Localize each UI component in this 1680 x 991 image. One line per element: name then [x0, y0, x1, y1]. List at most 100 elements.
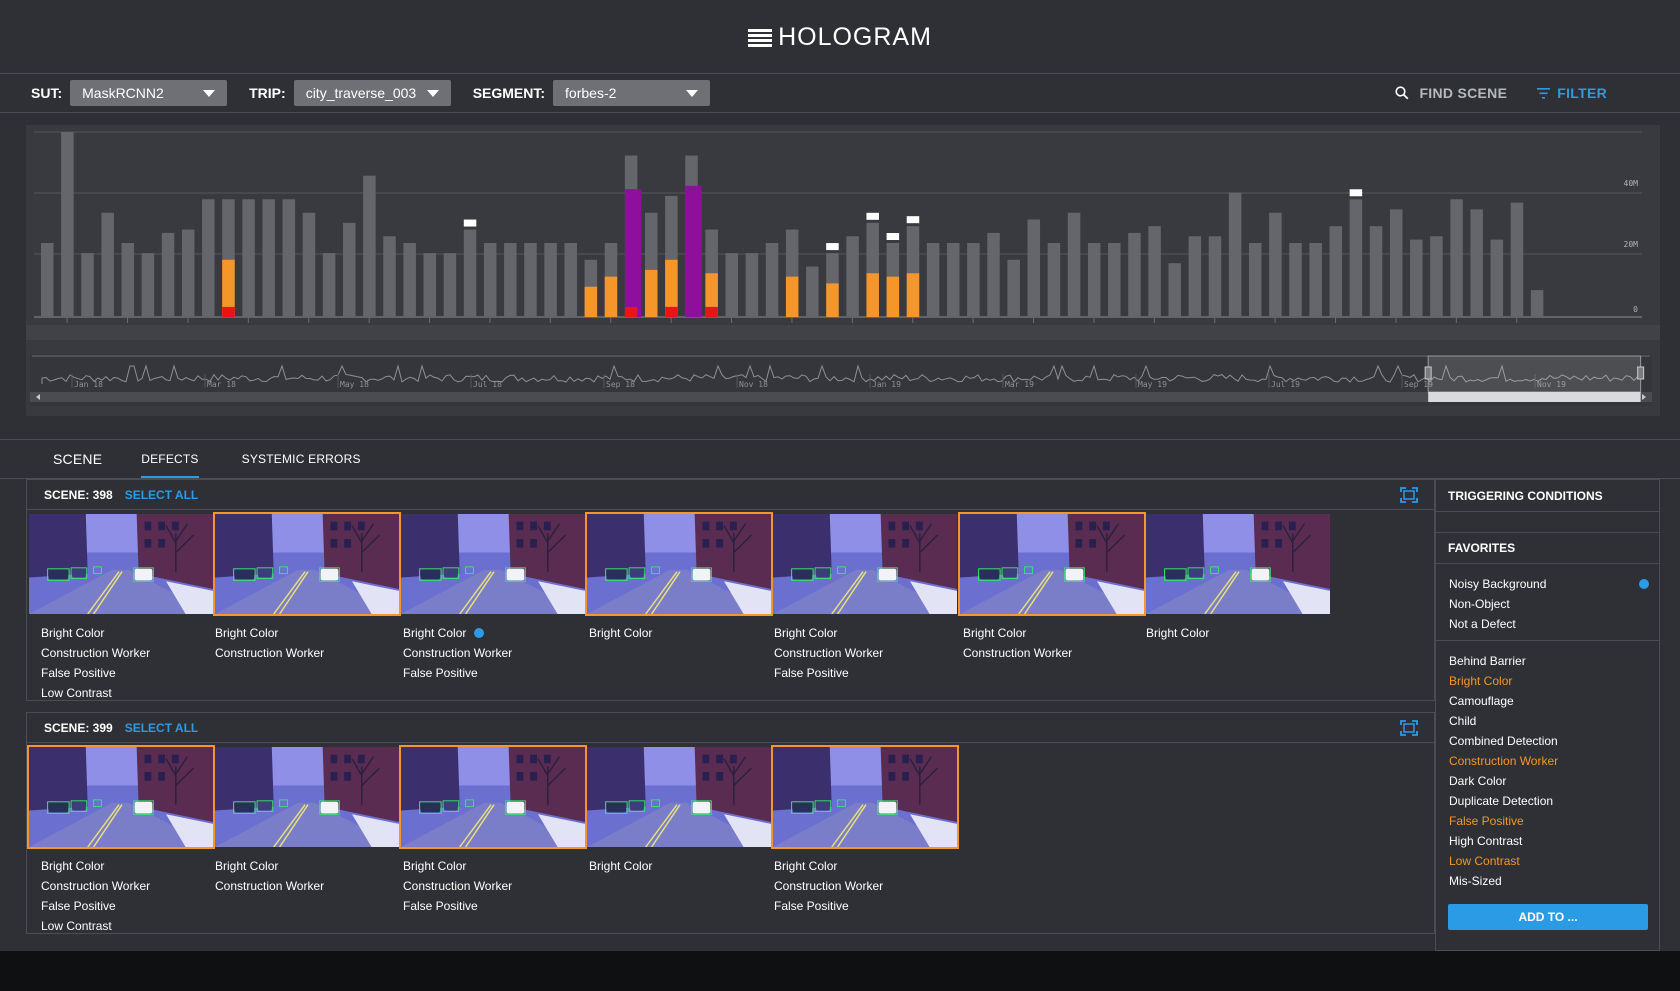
bar-total[interactable]: [1470, 209, 1483, 317]
bar-defect[interactable]: [785, 276, 799, 317]
condition-item[interactable]: Construction Worker: [1449, 751, 1659, 771]
scene-thumbnail[interactable]: [1144, 512, 1332, 616]
trip-select[interactable]: city_traverse_003: [293, 80, 451, 106]
bar-total[interactable]: [1007, 259, 1020, 317]
scene-thumbnail[interactable]: [585, 512, 773, 616]
bar-systemic[interactable]: [685, 185, 702, 317]
bar-total[interactable]: [302, 212, 316, 317]
bar-critical[interactable]: [624, 306, 638, 317]
bar-flag[interactable]: [463, 219, 477, 227]
bar-total[interactable]: [1148, 226, 1161, 317]
bar-defect[interactable]: [584, 286, 598, 317]
selection-handle[interactable]: [1424, 366, 1432, 380]
favorite-dot-icon[interactable]: [474, 628, 485, 638]
scene-thumbnail[interactable]: [399, 512, 587, 616]
bar-flag[interactable]: [1349, 189, 1363, 197]
condition-item[interactable]: Combined Detection: [1449, 731, 1659, 751]
timeline-navigator[interactable]: Jan 18 Mar 18 May 18 Jul 18 Sep 18 Nov 18 Jan …: [30, 354, 1652, 406]
bar-total[interactable]: [443, 253, 457, 317]
bar-total[interactable]: [1168, 263, 1181, 317]
expand-icon[interactable]: [1400, 487, 1418, 503]
bar-total[interactable]: [1208, 236, 1222, 317]
condition-item[interactable]: High Contrast: [1449, 831, 1659, 851]
bar-defect[interactable]: [645, 269, 658, 317]
bar-total[interactable]: [1430, 236, 1443, 317]
bar-total[interactable]: [1228, 192, 1242, 317]
bar-total[interactable]: [1188, 236, 1202, 317]
bar-total[interactable]: [1047, 243, 1061, 317]
bar-total[interactable]: [846, 236, 859, 317]
bar-total[interactable]: [1087, 243, 1101, 317]
expand-icon[interactable]: [1400, 720, 1418, 736]
bar-total[interactable]: [745, 253, 759, 317]
scene-thumbnail[interactable]: [585, 745, 773, 849]
bar-total[interactable]: [1269, 212, 1282, 317]
condition-item[interactable]: Child: [1449, 711, 1659, 731]
bar-total[interactable]: [1490, 239, 1504, 317]
bar-total[interactable]: [141, 253, 155, 317]
bar-total[interactable]: [41, 243, 54, 317]
bar-total[interactable]: [947, 243, 960, 317]
bar-flag[interactable]: [906, 216, 920, 224]
bar-flag[interactable]: [886, 233, 900, 240]
bar-total[interactable]: [1289, 243, 1302, 317]
scene-thumbnail[interactable]: [958, 512, 1146, 616]
remove-favorite-icon[interactable]: [1639, 579, 1649, 589]
tab-scene[interactable]: SCENE: [53, 440, 102, 478]
bar-total[interactable]: [423, 253, 437, 317]
bar-total[interactable]: [1369, 226, 1383, 317]
bar-total[interactable]: [765, 243, 779, 317]
favorite-item[interactable]: Non-Object: [1449, 594, 1659, 614]
bar-defect[interactable]: [604, 276, 618, 317]
bar-total[interactable]: [987, 232, 1000, 317]
condition-item[interactable]: Duplicate Detection: [1449, 791, 1659, 811]
bar-total[interactable]: [1067, 212, 1081, 317]
bar-critical[interactable]: [222, 306, 235, 317]
segment-select[interactable]: forbes-2: [553, 80, 711, 106]
scene-thumbnail[interactable]: [213, 512, 401, 616]
favorite-item[interactable]: Not a Defect: [1449, 614, 1659, 634]
bar-total[interactable]: [242, 199, 255, 317]
bar-total[interactable]: [343, 222, 356, 317]
selection-handle[interactable]: [1637, 366, 1645, 380]
bar-total[interactable]: [403, 243, 416, 317]
bar-total[interactable]: [81, 253, 94, 317]
bar-total[interactable]: [524, 243, 537, 317]
select-all-button[interactable]: SELECT ALL: [125, 488, 199, 502]
bar-total[interactable]: [1108, 243, 1121, 317]
bar-defect[interactable]: [866, 273, 879, 317]
condition-item[interactable]: False Positive: [1449, 811, 1659, 831]
bar-critical[interactable]: [705, 306, 718, 317]
timeline-selection[interactable]: [1427, 355, 1642, 393]
bar-total[interactable]: [202, 199, 215, 317]
bar-total[interactable]: [1530, 290, 1544, 317]
bar-total[interactable]: [1510, 202, 1524, 317]
scene-thumbnail[interactable]: [213, 745, 401, 849]
add-to-button[interactable]: ADD TO ...: [1448, 904, 1648, 930]
favorite-item[interactable]: Noisy Background: [1449, 574, 1659, 594]
sut-select[interactable]: MaskRCNN2: [70, 80, 228, 106]
scene-thumbnail[interactable]: [27, 745, 215, 849]
find-scene-button[interactable]: FIND SCENE: [1395, 85, 1507, 101]
scene-thumbnail[interactable]: [399, 745, 587, 849]
bar-total[interactable]: [1389, 209, 1403, 317]
bar-total[interactable]: [262, 199, 275, 317]
bar-total[interactable]: [967, 243, 980, 317]
bar-total[interactable]: [544, 243, 557, 317]
bar-total[interactable]: [121, 243, 135, 317]
scene-thumbnail[interactable]: [771, 745, 959, 849]
condition-item[interactable]: Low Contrast: [1449, 851, 1659, 871]
bar-total[interactable]: [181, 229, 195, 317]
bar-total[interactable]: [1329, 226, 1343, 317]
scene-thumbnail[interactable]: [771, 512, 959, 616]
select-all-button[interactable]: SELECT ALL: [125, 721, 199, 735]
bar-total[interactable]: [926, 243, 940, 317]
bar-defect[interactable]: [906, 273, 920, 317]
bar-total[interactable]: [282, 199, 296, 317]
bar-total[interactable]: [161, 232, 175, 317]
bar-total[interactable]: [363, 175, 376, 317]
bar-flag[interactable]: [866, 212, 879, 220]
condition-item[interactable]: Dark Color: [1449, 771, 1659, 791]
scroll-thumb[interactable]: [1428, 392, 1641, 402]
bar-flag[interactable]: [826, 243, 839, 251]
